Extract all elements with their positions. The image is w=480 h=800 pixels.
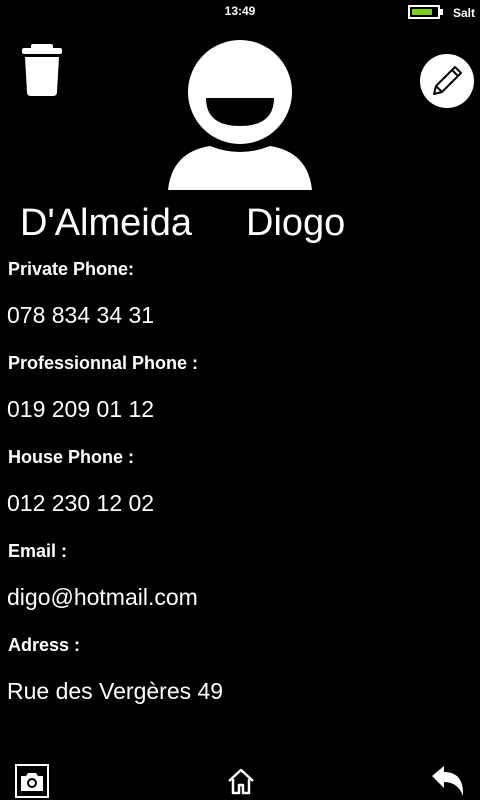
- home-icon[interactable]: [227, 767, 255, 795]
- house-phone-value[interactable]: 012 230 12 02: [7, 490, 154, 517]
- email-value[interactable]: digo@hotmail.com: [7, 584, 198, 611]
- address-value[interactable]: Rue des Vergères 49: [7, 678, 223, 705]
- status-bar: 13:49 Salt: [0, 0, 480, 24]
- contact-last-name: D'Almeida: [20, 202, 192, 244]
- camera-icon[interactable]: [15, 764, 49, 798]
- professional-phone-value[interactable]: 019 209 01 12: [7, 396, 154, 423]
- battery-tip: [440, 9, 443, 15]
- back-arrow-icon[interactable]: [430, 764, 466, 798]
- house-phone-label: House Phone :: [8, 447, 135, 467]
- address-label: Adress :: [8, 635, 81, 655]
- trash-icon[interactable]: [22, 44, 62, 96]
- contact-first-name: Diogo: [246, 202, 346, 244]
- email-label: Email :: [8, 541, 68, 561]
- private-phone-value[interactable]: 078 834 34 31: [7, 302, 154, 329]
- pencil-icon[interactable]: [420, 54, 474, 108]
- avatar-icon: [168, 40, 312, 190]
- carrier-name: Salt: [453, 6, 476, 20]
- professional-phone-label: Professionnal Phone :: [8, 353, 199, 373]
- private-phone-label: Private Phone:: [8, 259, 135, 279]
- battery-level: [412, 9, 433, 15]
- battery-icon: [408, 5, 440, 19]
